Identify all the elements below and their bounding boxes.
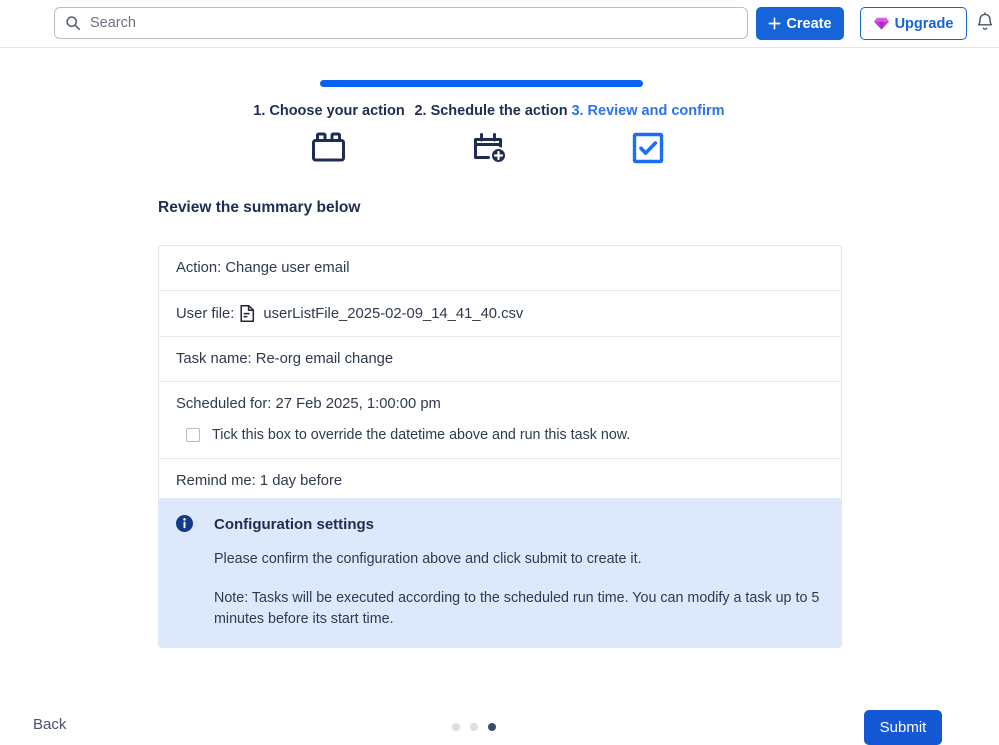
summary-action-text: Action: Change user email: [176, 260, 350, 276]
info-panel: Configuration settings Please confirm th…: [158, 498, 842, 648]
info-panel-title: Configuration settings: [214, 515, 820, 535]
checkbox-checked-icon: [631, 130, 665, 166]
file-icon: [240, 305, 255, 322]
info-panel-body: Please confirm the configuration above a…: [214, 549, 820, 630]
summary-user-file-name: userListFile_2025-02-09_14_41_40.csv: [263, 306, 523, 322]
step-schedule-action[interactable]: 2. Schedule the action: [412, 100, 570, 172]
override-checkbox-row[interactable]: Tick this box to override the datetime a…: [186, 427, 824, 443]
summary-row-scheduled: Scheduled for: 27 Feb 2025, 1:00:00 pm T…: [159, 382, 841, 459]
summary-task-name-text: Task name: Re-org email change: [176, 351, 393, 367]
create-button-label: Create: [786, 16, 831, 32]
summary-row-action: Action: Change user email: [159, 246, 841, 291]
upgrade-button[interactable]: Upgrade: [860, 7, 967, 40]
upgrade-button-label: Upgrade: [895, 16, 954, 32]
info-panel-paragraph-1: Please confirm the configuration above a…: [214, 549, 820, 570]
step-2-label: 2. Schedule the action: [414, 100, 567, 122]
building-block-icon: [311, 130, 347, 166]
top-bar: Create Upgrade: [0, 0, 999, 48]
summary-user-file-label: User file:: [176, 306, 234, 322]
pagination-dot-1[interactable]: [452, 723, 460, 731]
progress-bar-track: [320, 80, 643, 87]
summary-scheduled-text: Scheduled for: 27 Feb 2025, 1:00:00 pm: [176, 396, 441, 412]
info-circle-icon: [176, 515, 193, 532]
step-1-label: 1. Choose your action: [253, 100, 404, 122]
search-box[interactable]: [54, 7, 748, 39]
calendar-plus-icon: [472, 130, 510, 166]
progress-bar-fill: [320, 80, 643, 87]
pagination-dots: [452, 723, 496, 731]
search-input[interactable]: [90, 15, 737, 31]
search-icon: [65, 15, 81, 31]
back-button[interactable]: Back: [33, 716, 66, 733]
summary-row-remind-me: Remind me: 1 day before: [159, 459, 841, 503]
override-checkbox-label: Tick this box to override the datetime a…: [212, 427, 630, 443]
summary-row-task-name: Task name: Re-org email change: [159, 337, 841, 382]
bell-icon[interactable]: [975, 12, 995, 34]
summary-card: Action: Change user email User file: use…: [158, 245, 842, 504]
summary-row-user-file: User file: userListFile_2025-02-09_14_41…: [159, 291, 841, 337]
stepper: 1. Choose your action 2. Schedule the ac…: [246, 100, 726, 172]
create-button[interactable]: Create: [756, 7, 844, 40]
submit-button[interactable]: Submit: [864, 710, 942, 745]
plus-icon: [768, 17, 781, 30]
step-3-label: 3. Review and confirm: [571, 100, 724, 122]
override-checkbox[interactable]: [186, 428, 200, 442]
pagination-dot-3[interactable]: [488, 723, 496, 731]
summary-remind-me-text: Remind me: 1 day before: [176, 473, 342, 489]
page-title: Review the summary below: [158, 199, 360, 217]
step-review-confirm[interactable]: 3. Review and confirm: [570, 100, 726, 172]
gem-icon: [874, 16, 889, 31]
pagination-dot-2[interactable]: [470, 723, 478, 731]
info-panel-paragraph-2: Note: Tasks will be executed according t…: [214, 588, 820, 630]
step-choose-action[interactable]: 1. Choose your action: [246, 100, 412, 172]
